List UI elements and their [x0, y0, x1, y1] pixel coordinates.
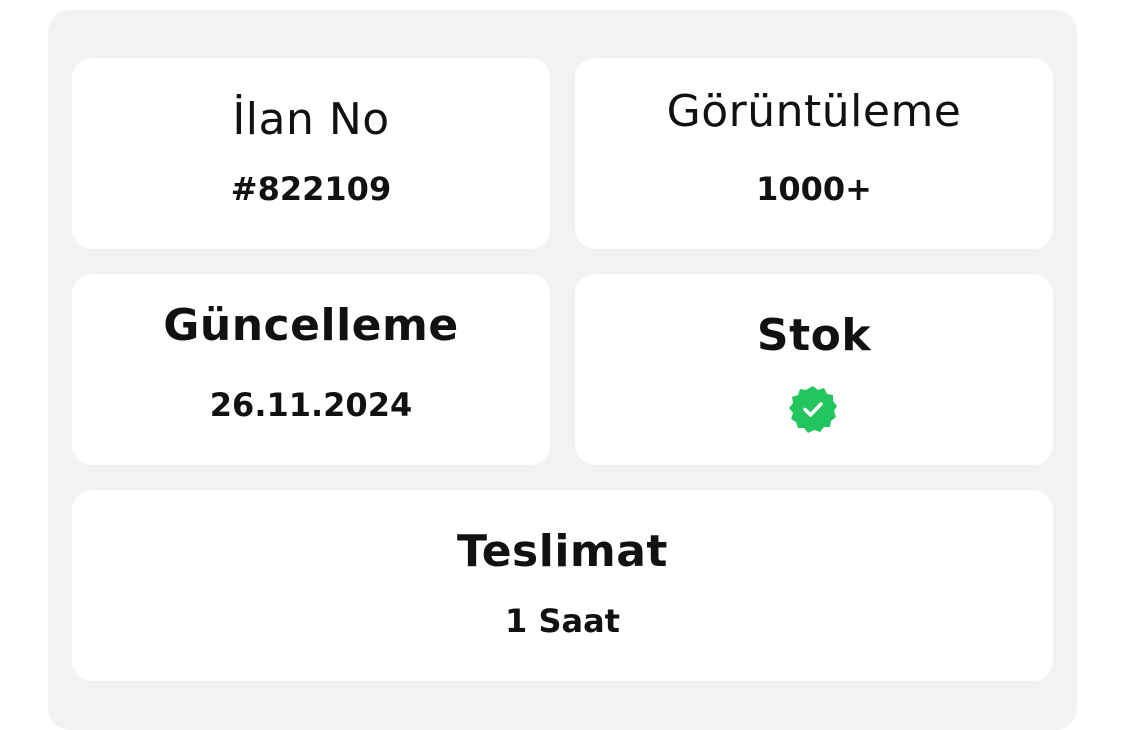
listing-no-value: #822109 [230, 170, 392, 208]
views-card: Görüntüleme 1000+ [575, 58, 1053, 249]
listing-no-title: İlan No [232, 94, 390, 145]
updated-title: Güncelleme [163, 300, 459, 351]
updated-value: 26.11.2024 [209, 386, 413, 424]
stock-card: Stok [575, 274, 1053, 465]
delivery-card: Teslimat 1 Saat [72, 490, 1053, 681]
delivery-value: 1 Saat [505, 602, 620, 640]
listing-no-card: İlan No #822109 [72, 58, 550, 249]
updated-card: Güncelleme 26.11.2024 [72, 274, 550, 465]
stock-title: Stok [756, 310, 872, 361]
views-title: Görüntüleme [666, 86, 962, 137]
views-value: 1000+ [756, 170, 872, 208]
verified-check-icon [789, 386, 837, 433]
listing-info-panel: İlan No #822109 Görüntüleme 1000+ Güncel… [48, 10, 1077, 730]
delivery-title: Teslimat [457, 526, 668, 577]
